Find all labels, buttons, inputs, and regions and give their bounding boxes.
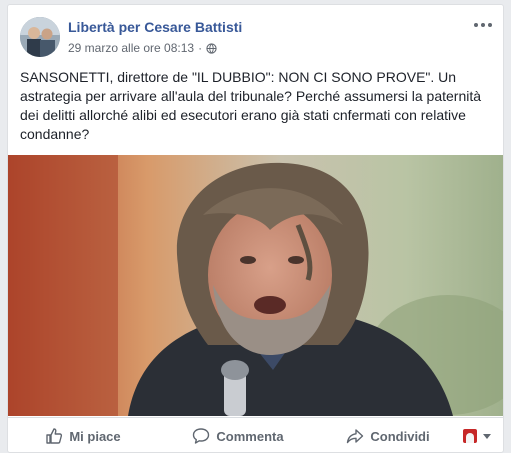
profile-avatar-icon — [463, 429, 477, 443]
chevron-down-icon — [483, 433, 491, 439]
post-meta: 29 marzo alle ore 08:13 · — [68, 41, 217, 55]
page-name-link[interactable]: Libertà per Cesare Battisti — [68, 19, 242, 35]
share-label: Condividi — [370, 428, 430, 444]
post-card: Libertà per Cesare Battisti 29 marzo all… — [7, 4, 504, 453]
post-timestamp[interactable]: 29 marzo alle ore 08:13 — [68, 41, 194, 55]
globe-icon — [206, 42, 217, 54]
comment-label: Commenta — [216, 428, 284, 444]
more-options-icon[interactable] — [471, 17, 495, 33]
post-photo[interactable] — [8, 155, 503, 416]
like-label: Mi piace — [69, 428, 121, 444]
meta-separator: · — [198, 41, 203, 55]
like-button[interactable]: Mi piace — [8, 418, 158, 452]
post-text: SANSONETTI, direttore de "IL DUBBIO": NO… — [20, 69, 482, 142]
comment-icon — [193, 428, 210, 444]
share-button[interactable]: Condividi — [318, 418, 458, 452]
thumbs-up-icon — [46, 428, 63, 444]
post-header: Libertà per Cesare Battisti 29 marzo all… — [8, 5, 503, 65]
post-actions-bar: Mi piace Commenta Condividi — [8, 417, 503, 452]
share-icon — [347, 429, 364, 444]
page-avatar[interactable] — [20, 17, 60, 57]
comment-button[interactable]: Commenta — [158, 418, 318, 452]
reaction-selector[interactable] — [458, 418, 503, 452]
